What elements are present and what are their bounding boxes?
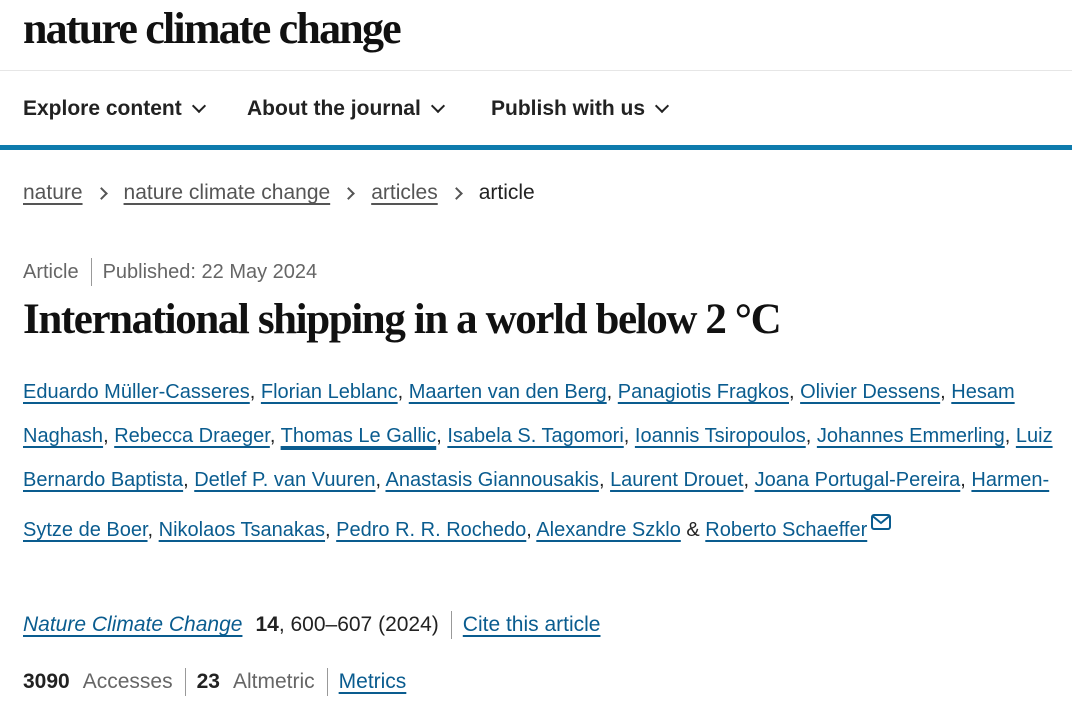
chevron-right-icon <box>449 186 463 200</box>
article-title: International shipping in a world below … <box>23 296 782 343</box>
divider <box>184 668 186 696</box>
author-link[interactable]: Roberto Schaeffer <box>705 519 867 541</box>
author-link[interactable]: Detlef P. van Vuuren <box>194 469 375 491</box>
breadcrumb-current: article <box>478 181 535 204</box>
breadcrumb-nature[interactable]: nature <box>23 181 83 205</box>
author-list: Eduardo Müller-Casseres, Florian Leblanc… <box>23 370 1053 552</box>
nav-explore-content[interactable]: Explore content <box>23 97 206 121</box>
volume-number: 14 <box>255 613 279 636</box>
journal-logo[interactable]: nature climate change <box>23 4 402 54</box>
nav-label: About the journal <box>247 97 421 120</box>
author-link[interactable]: Johannes Emmerling <box>817 425 1005 447</box>
chevron-down-icon <box>191 98 206 114</box>
divider <box>450 611 452 639</box>
author-link[interactable]: Maarten van den Berg <box>409 381 607 403</box>
author-link[interactable]: Anastasis Giannousakis <box>385 469 598 491</box>
pages-year: , 600–607 (2024) <box>278 613 439 636</box>
nav-publish-with-us[interactable]: Publish with us <box>491 97 670 121</box>
chevron-down-icon <box>430 98 445 114</box>
citation-line: Nature Climate Change 14, 600–607 (2024)… <box>23 611 601 639</box>
altmetric-count: 23 <box>196 670 220 693</box>
site-header: nature climate change <box>0 0 1072 71</box>
chevron-right-icon <box>342 186 356 200</box>
author-link-focused[interactable]: Thomas Le Gallic <box>281 425 437 447</box>
main-nav: Explore content About the journal Publis… <box>0 71 1072 150</box>
chevron-right-icon <box>94 186 108 200</box>
author-conjunction: & <box>686 519 700 541</box>
author-link[interactable]: Panagiotis Fragkos <box>618 381 789 403</box>
altmetric-label: Altmetric <box>232 670 315 693</box>
chevron-down-icon <box>654 98 670 114</box>
author-link[interactable]: Isabela S. Tagomori <box>447 425 623 447</box>
accesses-label: Accesses <box>82 670 173 693</box>
author-link[interactable]: Olivier Dessens <box>800 381 940 403</box>
cite-this-article-link[interactable]: Cite this article <box>463 613 601 637</box>
author-link[interactable]: Rebecca Draeger <box>114 425 270 447</box>
metrics-link[interactable]: Metrics <box>339 670 407 694</box>
breadcrumb-nature-climate-change[interactable]: nature climate change <box>124 181 331 205</box>
nav-label: Publish with us <box>491 97 646 120</box>
author-link[interactable]: Laurent Drouet <box>610 469 743 491</box>
author-link[interactable]: Eduardo Müller-Casseres <box>23 381 250 403</box>
journal-link[interactable]: Nature Climate Change <box>23 613 242 637</box>
breadcrumb: nature nature climate change articles ar… <box>23 181 535 205</box>
author-link[interactable]: Ioannis Tsiropoulos <box>635 425 806 447</box>
author-link[interactable]: Joana Portugal-Pereira <box>755 469 961 491</box>
author-link[interactable]: Alexandre Szklo <box>536 519 681 541</box>
mail-icon[interactable] <box>871 502 892 546</box>
article-type: Article <box>23 260 79 283</box>
article-meta: Article Published: 22 May 2024 <box>23 258 317 286</box>
author-link[interactable]: Pedro R. R. Rochedo <box>336 519 526 541</box>
article-metrics: 3090 Accesses 23 Altmetric Metrics <box>23 668 406 696</box>
accesses-count: 3090 <box>23 670 70 693</box>
published-date: Published: 22 May 2024 <box>102 260 318 283</box>
breadcrumb-articles[interactable]: articles <box>371 181 438 205</box>
nav-label: Explore content <box>23 97 182 120</box>
nav-about-the-journal[interactable]: About the journal <box>247 97 445 121</box>
author-link[interactable]: Nikolaos Tsanakas <box>159 519 325 541</box>
author-link[interactable]: Florian Leblanc <box>261 381 398 403</box>
divider <box>90 258 92 286</box>
divider <box>326 668 328 696</box>
